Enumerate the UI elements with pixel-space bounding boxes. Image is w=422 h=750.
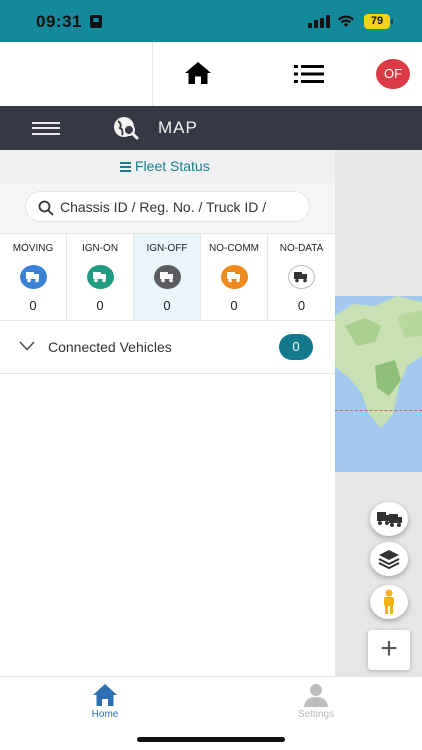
tile-label: MOVING — [12, 243, 54, 254]
tile-count: 0 — [163, 298, 171, 313]
search-box[interactable] — [25, 191, 310, 222]
status-tile-ign-off[interactable]: IGN-OFF 0 — [134, 234, 201, 320]
sim-icon — [90, 15, 102, 28]
truck-icon — [221, 265, 248, 289]
tile-label: NO-DATA — [279, 243, 324, 254]
status-tile-no-comm[interactable]: NO-COMM 0 — [201, 234, 268, 320]
truck-icon — [154, 265, 181, 289]
home-icon[interactable] — [184, 60, 212, 86]
tile-count: 0 — [230, 298, 238, 313]
app-screen: 09:31 79 OF MAP + Fleet Status Chassis I… — [0, 0, 422, 750]
map-search-icon — [114, 117, 139, 140]
search-zone — [0, 183, 335, 233]
tile-count: 0 — [297, 298, 306, 313]
tab-settings-label: Settings — [297, 709, 335, 720]
street-view-person-icon — [384, 589, 394, 614]
page-title: MAP — [158, 118, 198, 137]
tile-count: 0 — [96, 298, 104, 313]
user-icon — [304, 684, 328, 707]
search-input[interactable] — [60, 193, 305, 220]
fleet-status-bar[interactable]: Fleet Status — [0, 150, 335, 183]
tile-count: 0 — [29, 298, 37, 313]
home-indicator — [137, 737, 285, 742]
truck-icon — [20, 265, 47, 289]
map-equator-line — [335, 410, 422, 411]
tile-label: NO-COMM — [209, 243, 259, 254]
truck-icon — [288, 265, 315, 289]
tab-home-label: Home — [91, 709, 119, 720]
wifi-icon — [338, 15, 354, 27]
fleet-status-title[interactable]: Fleet Status — [120, 158, 210, 174]
tab-home[interactable]: Home — [65, 683, 145, 725]
chevron-down-icon — [19, 341, 35, 351]
tab-settings[interactable]: Settings — [276, 683, 356, 725]
fleet-menu-icon — [120, 160, 131, 174]
trucks-icon — [377, 512, 402, 527]
status-bar: 09:31 79 — [0, 0, 422, 42]
connected-vehicles-row[interactable]: Connected Vehicles 0 — [0, 321, 335, 374]
street-view-button[interactable] — [370, 585, 408, 619]
show-trucks-button[interactable] — [370, 502, 408, 536]
layers-icon — [378, 550, 400, 570]
signal-icon — [308, 15, 330, 28]
connected-count-badge: 0 — [279, 334, 313, 360]
page-header: MAP — [0, 106, 422, 150]
truck-icon — [87, 265, 114, 289]
hamburger-icon[interactable] — [32, 122, 60, 135]
map-layers-button[interactable] — [370, 542, 408, 576]
zoom-in-button[interactable]: + — [368, 630, 410, 670]
status-tile-ign-on[interactable]: IGN-ON 0 — [67, 234, 134, 320]
tile-label: IGN-OFF — [146, 243, 188, 254]
status-tile-no-data[interactable]: NO-DATA 0 — [268, 234, 335, 320]
user-avatar[interactable]: OF — [376, 59, 410, 89]
status-tile-moving[interactable]: MOVING 0 — [0, 234, 67, 320]
status-time: 09:31 — [36, 12, 82, 31]
nav-divider — [152, 42, 153, 106]
battery-indicator: 79 — [364, 14, 393, 29]
top-nav: OF — [0, 42, 422, 106]
status-tiles: MOVING 0 IGN-ON 0 IGN-OFF 0 NO-COMM 0 NO… — [0, 233, 335, 321]
home-icon — [93, 684, 117, 706]
list-icon[interactable] — [294, 64, 324, 84]
fleet-panel: Fleet Status MOVING 0 IGN-ON — [0, 150, 335, 676]
map-landmass — [335, 296, 422, 428]
fleet-status-label: Fleet Status — [135, 158, 210, 174]
search-icon — [38, 200, 54, 216]
connected-vehicles-label: Connected Vehicles — [48, 339, 172, 355]
tile-label: IGN-ON — [81, 243, 119, 254]
